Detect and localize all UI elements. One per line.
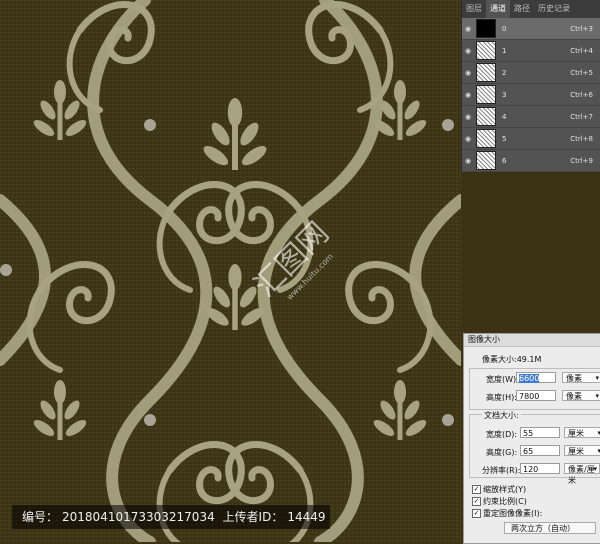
channel-thumbnail — [476, 63, 496, 82]
check-icon: ✓ — [472, 509, 481, 518]
channel-row[interactable]: ◉ 6 Ctrl+9 — [462, 150, 600, 172]
doc-height-unit-select[interactable]: 厘米 — [564, 445, 600, 457]
damask-pattern-artwork: 汇图网 www.huitu.com — [0, 0, 461, 542]
channels-panel: 图层 通道 路径 历史记录 ◉ 0 Ctrl+3 ◉ 1 Ctrl+4 ◉ 2 Ctrl+5 ◉ 3… — [461, 0, 600, 172]
eye-icon[interactable]: ◉ — [462, 69, 474, 77]
check-icon: ✓ — [472, 497, 481, 506]
width-unit-select[interactable]: 像素 — [562, 372, 600, 384]
channel-list: ◉ 0 Ctrl+3 ◉ 1 Ctrl+4 ◉ 2 Ctrl+5 ◉ 3 Ctrl+6 ◉ 4 Ctrl+7… — [462, 18, 600, 172]
eye-icon[interactable]: ◉ — [462, 91, 474, 99]
channel-shortcut: Ctrl+6 — [570, 90, 593, 99]
channel-row[interactable]: ◉ 1 Ctrl+4 — [462, 40, 600, 62]
channel-row[interactable]: ◉ 5 Ctrl+8 — [462, 128, 600, 150]
channel-shortcut: Ctrl+3 — [570, 24, 593, 33]
channel-row[interactable]: ◉ 2 Ctrl+5 — [462, 62, 600, 84]
channel-thumbnail — [476, 19, 496, 38]
channel-name: 4 — [502, 112, 507, 121]
tab-layers[interactable]: 图层 — [462, 0, 486, 18]
channel-name: 5 — [502, 134, 507, 143]
channel-thumbnail — [476, 85, 496, 104]
resolution-unit-select[interactable]: 像素/厘米 — [564, 463, 600, 485]
image-size-dialog: 图像大小 像素大小:49.1M 宽度(W): 6600 像素 高度(H): 78… — [463, 333, 600, 544]
footer-uploader: 14449 — [287, 510, 326, 524]
watermark-footer: 编号： 20180410173303217034 上传者ID： 14449 — [12, 505, 330, 529]
channel-thumbnail — [476, 129, 496, 148]
channel-name: 3 — [502, 90, 507, 99]
channel-thumbnail — [476, 107, 496, 126]
channel-name: 0 — [502, 24, 507, 33]
footer-uploader-label: 上传者ID： — [222, 510, 284, 524]
height-label: 高度(H): — [486, 393, 517, 402]
constrain-proportions-checkbox[interactable]: ✓ 约束比例(C) — [472, 496, 527, 507]
eye-icon[interactable]: ◉ — [462, 25, 474, 33]
resample-checkbox[interactable]: ✓ 重定图像像素(I): — [472, 508, 542, 519]
resolution-input[interactable]: 120 — [520, 463, 560, 474]
channel-shortcut: Ctrl+5 — [570, 68, 593, 77]
doc-size-label: 文档大小: — [482, 410, 521, 421]
channel-shortcut: Ctrl+9 — [570, 156, 593, 165]
channel-name: 6 — [502, 156, 507, 165]
document-canvas[interactable]: 汇图网 www.huitu.com — [0, 0, 461, 542]
tab-history[interactable]: 历史记录 — [534, 0, 574, 18]
width-label: 宽度(W): — [486, 375, 519, 384]
channel-shortcut: Ctrl+4 — [570, 46, 593, 55]
doc-height-input[interactable]: 65 — [520, 445, 560, 456]
check-icon: ✓ — [472, 485, 481, 494]
height-input[interactable]: 7800 — [516, 390, 556, 401]
channel-thumbnail — [476, 41, 496, 60]
dialog-title: 图像大小 — [464, 334, 600, 347]
tab-channels[interactable]: 通道 — [486, 0, 510, 18]
channel-name: 2 — [502, 68, 507, 77]
doc-width-label: 宽度(D): — [486, 430, 518, 439]
channel-name: 1 — [502, 46, 507, 55]
channel-thumbnail — [476, 151, 496, 170]
channel-row[interactable]: ◉ 0 Ctrl+3 — [462, 18, 600, 40]
doc-width-unit-select[interactable]: 厘米 — [564, 427, 600, 439]
width-input[interactable]: 6600 — [516, 372, 556, 383]
channel-shortcut: Ctrl+7 — [570, 112, 593, 121]
panel-tabs: 图层 通道 路径 历史记录 — [462, 0, 600, 18]
eye-icon[interactable]: ◉ — [462, 47, 474, 55]
height-unit-select[interactable]: 像素 — [562, 390, 600, 402]
doc-height-label: 高度(G): — [486, 448, 518, 457]
footer-id-label: 编号： — [22, 510, 59, 524]
tab-paths[interactable]: 路径 — [510, 0, 534, 18]
doc-width-input[interactable]: 55 — [520, 427, 560, 438]
resolution-label: 分辨率(R): — [482, 466, 521, 475]
eye-icon[interactable]: ◉ — [462, 113, 474, 121]
scale-styles-checkbox[interactable]: ✓ 缩放样式(Y) — [472, 484, 526, 495]
eye-icon[interactable]: ◉ — [462, 157, 474, 165]
channel-row[interactable]: ◉ 3 Ctrl+6 — [462, 84, 600, 106]
channel-row[interactable]: ◉ 4 Ctrl+7 — [462, 106, 600, 128]
footer-id: 20180410173303217034 — [62, 510, 215, 524]
eye-icon[interactable]: ◉ — [462, 135, 474, 143]
channel-shortcut: Ctrl+8 — [570, 134, 593, 143]
pixel-size-label: 像素大小:49.1M — [482, 355, 542, 364]
resample-method-select[interactable]: 两次立方（自动） — [504, 522, 596, 534]
